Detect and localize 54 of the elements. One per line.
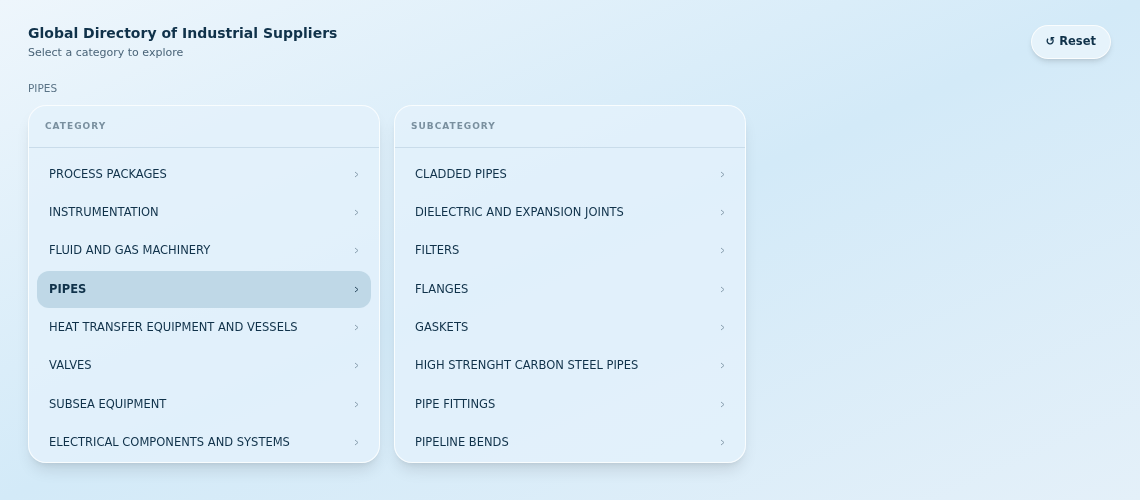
item-label: FLANGES — [415, 280, 469, 298]
item-label: FLUID AND GAS MACHINERY — [49, 242, 211, 260]
item-label: DIELECTRIC AND EXPANSION JOINTS — [415, 204, 624, 222]
breadcrumb: PIPES — [28, 80, 59, 96]
panel-heading: SUBCATEGORY — [411, 119, 496, 133]
page-title: Global Directory of Industrial Suppliers — [28, 24, 338, 42]
item-label: GASKETS — [415, 318, 469, 336]
chevron-icon — [720, 247, 725, 255]
chevron-icon — [720, 285, 725, 293]
item-label: PIPELINE BENDS — [415, 433, 509, 451]
item-label: VALVES — [49, 357, 92, 375]
chevron-icon — [720, 438, 725, 446]
chevron-icon — [354, 362, 359, 370]
chevron-icon — [720, 362, 725, 370]
item-label: HEAT TRANSFER EQUIPMENT AND VESSELS — [49, 318, 298, 336]
list-item[interactable]: GASKETS — [403, 309, 737, 347]
chevron-icon — [354, 324, 359, 332]
list-item[interactable]: HIGH STRENGHT CARBON STEEL PIPES — [403, 347, 737, 385]
item-label: PROCESS PACKAGES — [49, 165, 167, 183]
list-item[interactable]: ELECTRICAL COMPONENTS AND SYSTEMS — [37, 423, 371, 461]
list-item[interactable]: DIELECTRIC AND EXPANSION JOINTS — [403, 194, 737, 232]
chevron-icon — [720, 209, 725, 217]
list-item[interactable]: FLUID AND GAS MACHINERY — [37, 232, 371, 270]
item-label: INSTRUMENTATION — [49, 204, 159, 222]
item-label: FILTERS — [415, 242, 460, 260]
chevron-icon — [354, 209, 359, 217]
list-item[interactable]: PROCESS PACKAGES — [37, 155, 371, 193]
list-item[interactable]: HEAT TRANSFER EQUIPMENT AND VESSELS — [37, 309, 371, 347]
chevron-icon — [354, 247, 359, 255]
list-item[interactable]: FILTERS — [403, 232, 737, 270]
chevron-icon — [354, 170, 359, 178]
reset-button[interactable]: ↺ Reset — [1030, 25, 1111, 59]
chevron-icon — [720, 170, 725, 178]
list-item[interactable]: PIPE FITTINGS — [403, 385, 737, 423]
chevron-icon — [354, 285, 359, 293]
chevron-icon — [354, 400, 359, 408]
panel-heading: CATEGORY — [45, 119, 107, 133]
chevron-icon — [720, 324, 725, 332]
list-item[interactable]: PIPES — [37, 270, 371, 308]
item-label: ELECTRICAL COMPONENTS AND SYSTEMS — [49, 433, 290, 451]
list-item[interactable]: FLANGES — [403, 270, 737, 308]
list-item[interactable]: PIPELINE BENDS — [403, 423, 737, 461]
item-label: PIPES — [49, 280, 87, 298]
list-item[interactable]: INSTRUMENTATION — [37, 194, 371, 232]
list-item[interactable]: SUBSEA EQUIPMENT — [37, 385, 371, 423]
item-label: CLADDED PIPES — [415, 165, 507, 183]
chevron-icon — [354, 438, 359, 446]
item-label: PIPE FITTINGS — [415, 395, 496, 413]
item-label: HIGH STRENGHT CARBON STEEL PIPES — [415, 357, 639, 375]
list-item[interactable]: CLADDED PIPES — [403, 155, 737, 193]
chevron-icon — [720, 400, 725, 408]
item-label: SUBSEA EQUIPMENT — [49, 395, 167, 413]
list-item[interactable]: VALVES — [37, 347, 371, 385]
page-subtitle: Select a category to explore — [28, 45, 185, 61]
